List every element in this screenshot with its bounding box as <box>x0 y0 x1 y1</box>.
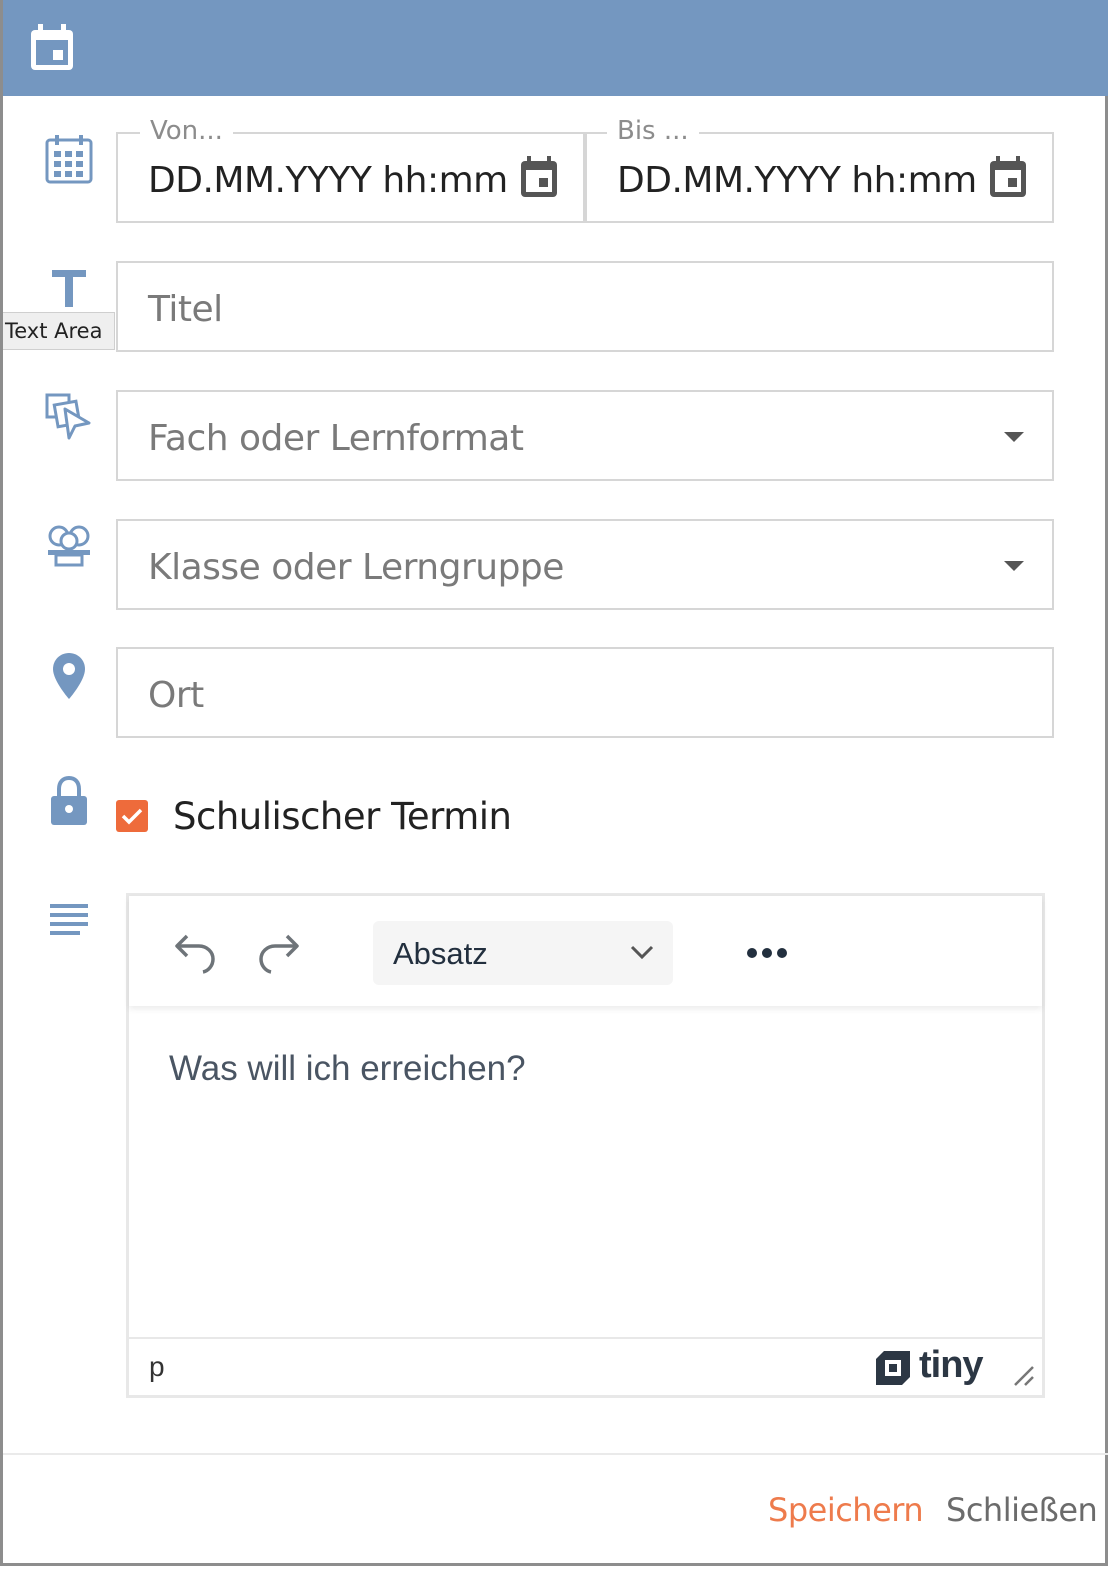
editor-content[interactable]: Was will ich erreichen? <box>169 1049 526 1089</box>
lock-icon <box>51 776 87 825</box>
element-path[interactable]: p <box>149 1351 165 1383</box>
calendar-icon <box>31 24 73 70</box>
chevron-down-icon <box>1004 561 1024 571</box>
calendar-picker-icon[interactable] <box>989 156 1027 198</box>
more-options-icon[interactable] <box>746 946 788 960</box>
title-input[interactable]: Titel <box>116 261 1054 352</box>
footer-divider <box>3 1453 1108 1455</box>
school-event-label: Schulischer Termin <box>173 795 512 838</box>
text-icon <box>52 270 86 307</box>
group-select[interactable]: Klasse oder Lerngruppe <box>116 519 1054 610</box>
chevron-down-icon <box>630 945 654 960</box>
resize-handle-icon[interactable] <box>1011 1363 1035 1387</box>
subject-select[interactable]: Fach oder Lernformat <box>116 390 1054 481</box>
title-placeholder: Titel <box>148 289 223 330</box>
calendar-picker-icon[interactable] <box>520 156 558 198</box>
location-pin-icon <box>53 653 85 699</box>
editor-statusbar: p tiny <box>129 1337 1042 1395</box>
calendar-grid-icon <box>45 135 93 184</box>
undo-icon[interactable] <box>173 932 217 974</box>
rich-text-editor: Absatz Was will ich erreichen? p tiny <box>126 893 1045 1398</box>
from-date-value: DD.MM.YYYY hh:mm <box>148 160 508 201</box>
editor-toolbar: Absatz <box>129 896 1042 1006</box>
tiny-logo-icon <box>876 1351 910 1385</box>
from-date-legend: Von... <box>140 116 233 146</box>
dialog-header <box>3 0 1108 96</box>
block-format-label: Absatz <box>393 936 488 971</box>
description-lines-icon <box>50 904 88 935</box>
chevron-down-icon <box>1004 432 1024 442</box>
subject-icon <box>45 393 91 440</box>
to-date-legend: Bis ... <box>607 116 699 146</box>
from-date-field[interactable]: Von... DD.MM.YYYY hh:mm <box>116 116 585 223</box>
to-date-value: DD.MM.YYYY hh:mm <box>617 160 977 201</box>
location-placeholder: Ort <box>148 675 204 716</box>
tooltip: Text Area <box>3 312 115 350</box>
tiny-brand-text: tiny <box>919 1344 984 1386</box>
location-input[interactable]: Ort <box>116 647 1054 738</box>
block-format-select[interactable]: Absatz <box>373 921 673 985</box>
checkmark-icon <box>121 808 143 825</box>
to-date-field[interactable]: Bis ... DD.MM.YYYY hh:mm <box>585 116 1054 223</box>
save-button[interactable]: Speichern <box>768 1491 924 1529</box>
group-placeholder: Klasse oder Lerngruppe <box>148 547 564 588</box>
close-button[interactable]: Schließen <box>946 1491 1098 1529</box>
subject-placeholder: Fach oder Lernformat <box>148 418 524 459</box>
group-icon <box>48 525 90 567</box>
redo-icon[interactable] <box>257 932 301 974</box>
event-dialog: Von... DD.MM.YYYY hh:mm Bis ... DD.MM.YY… <box>0 0 1108 1566</box>
school-event-checkbox[interactable] <box>116 800 148 832</box>
